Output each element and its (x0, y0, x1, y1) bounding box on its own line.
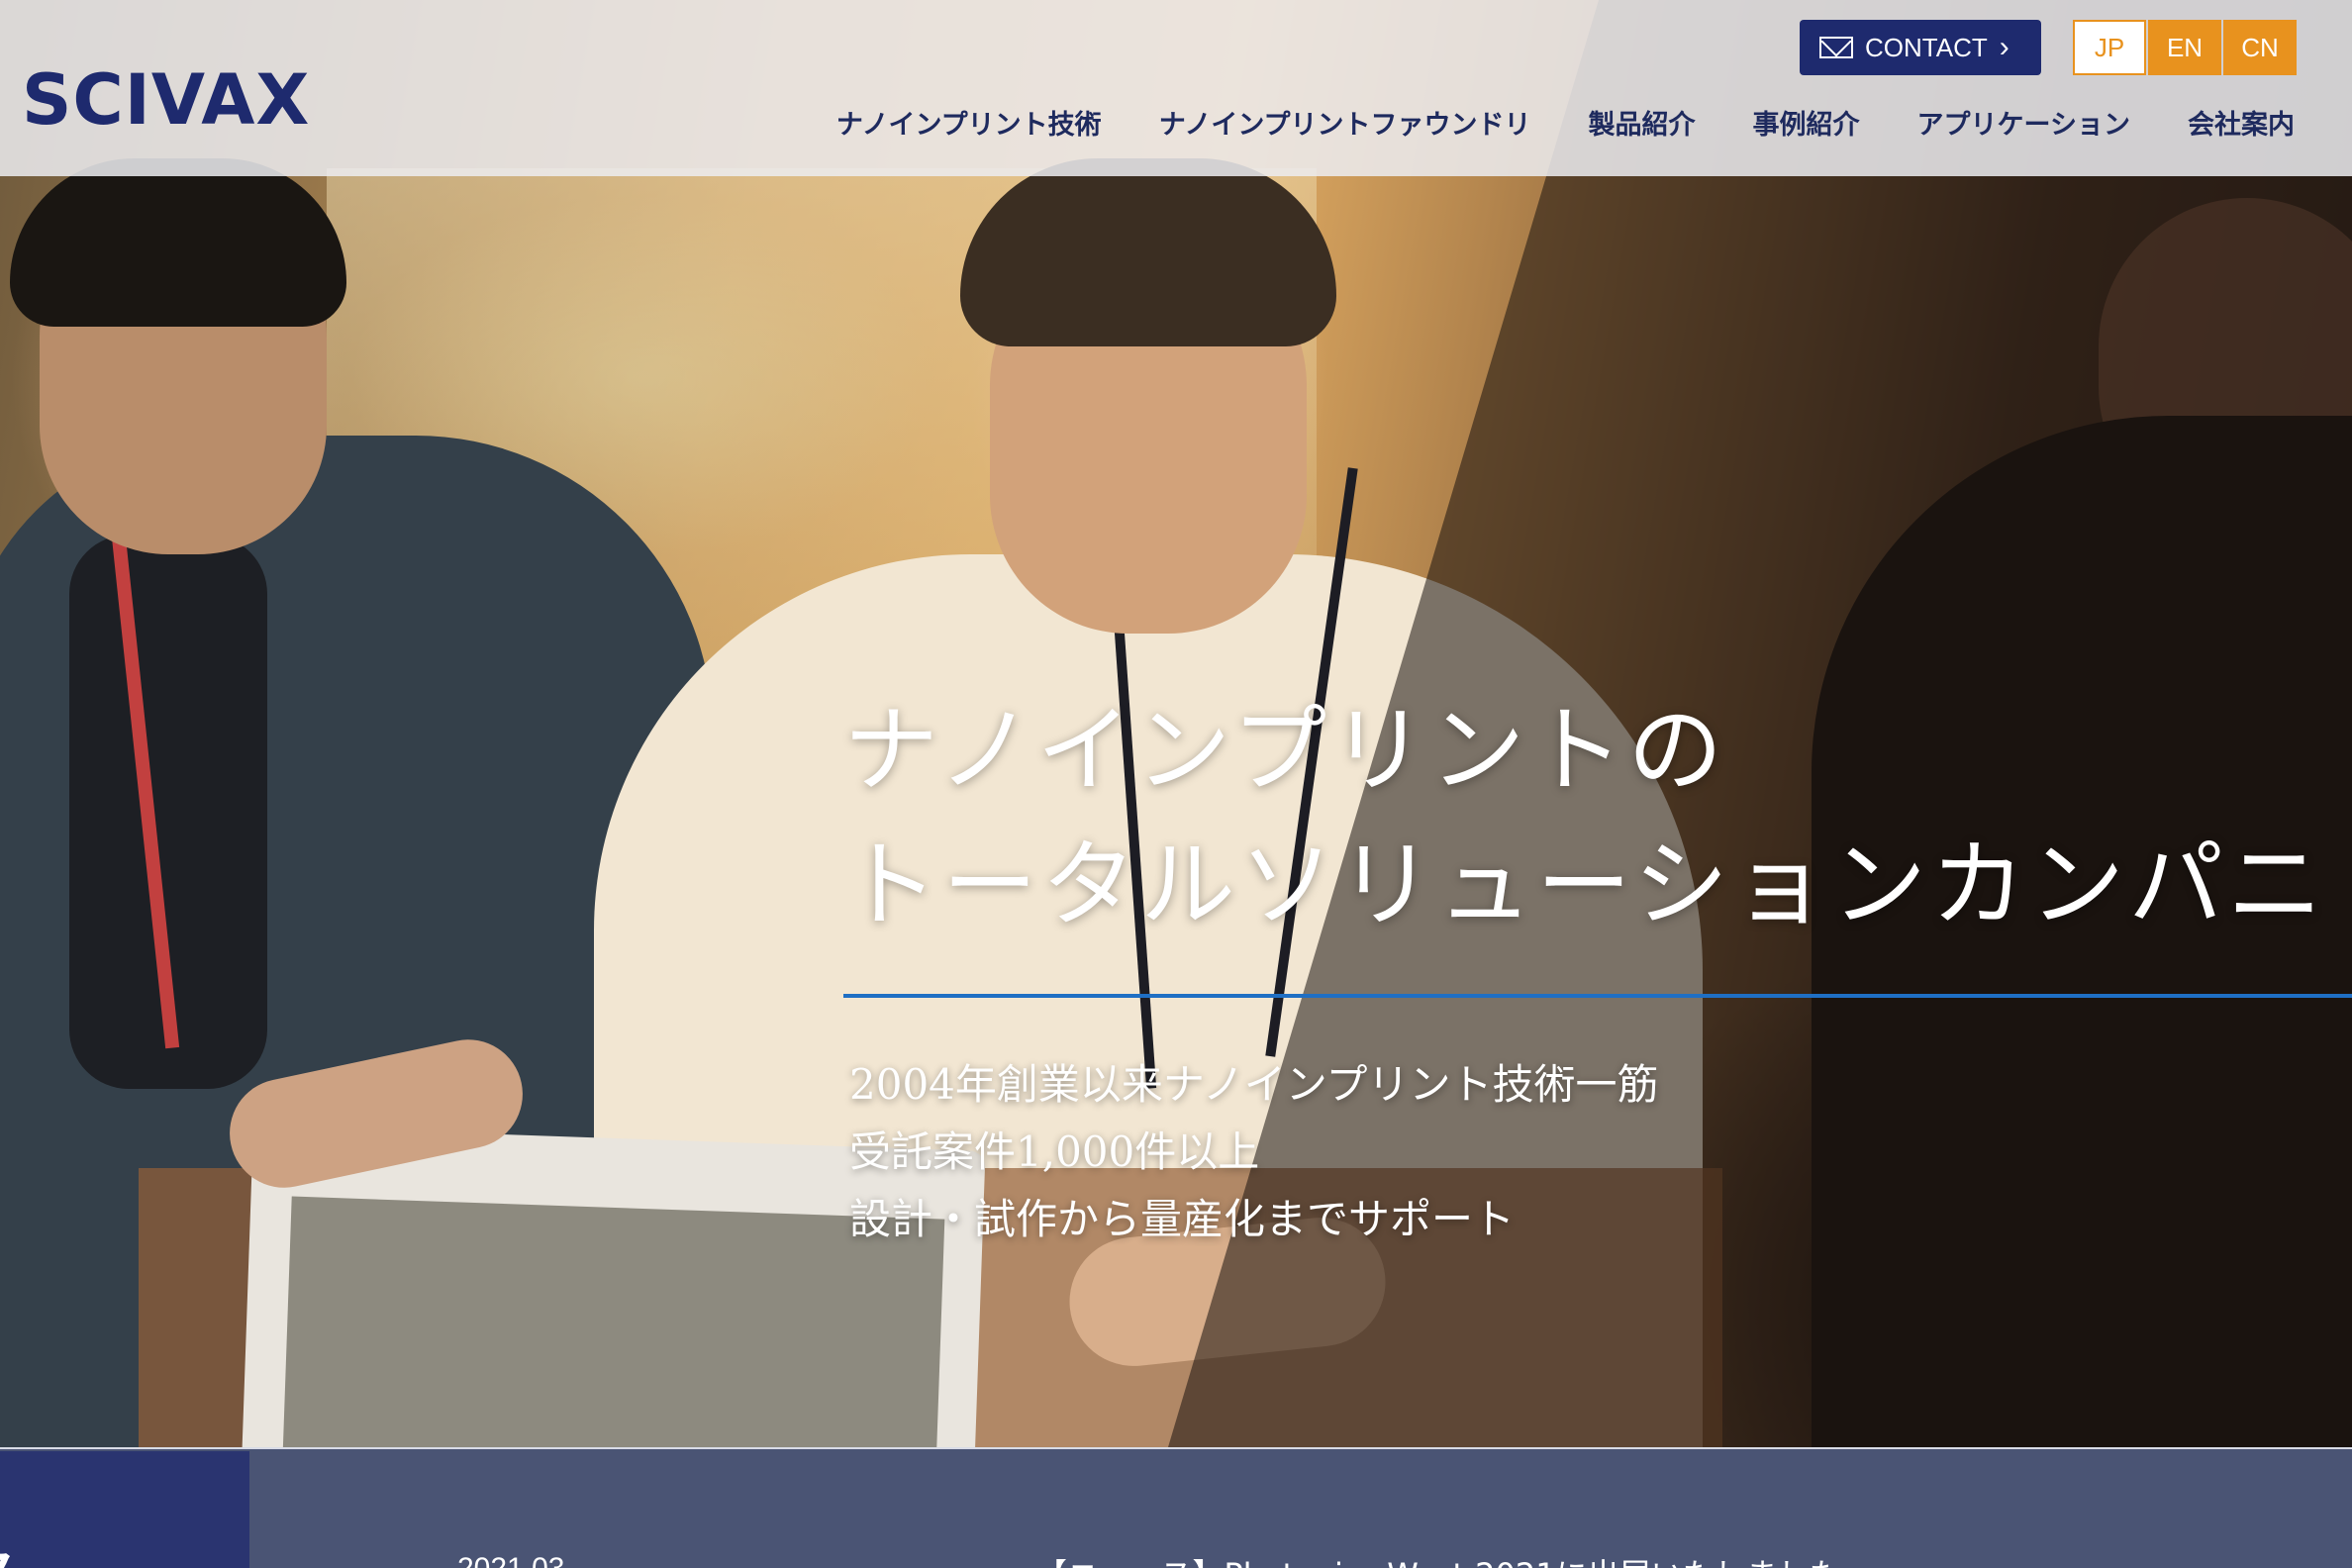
nav-item-nanoimprint-foundry[interactable]: ナノインプリントファウンドリ (1159, 103, 1531, 142)
hero-title: ナノインプリントの トータルソリューションカンパニ (843, 683, 2326, 952)
news-label-block: ス (0, 1451, 249, 1568)
hero-subtitle-line: 2004年創業以来ナノインプリント技術一筋 (849, 1060, 1659, 1109)
language-en-button[interactable]: EN (2148, 20, 2221, 75)
language-jp-button[interactable]: JP (2073, 20, 2146, 75)
hero-divider (843, 994, 2352, 998)
hero-subtitle: 2004年創業以来ナノインプリント技術一筋 受託案件1,000件以上 設計・試作… (849, 1051, 1659, 1253)
hero-section: ナノインプリントの トータルソリューションカンパニ 2004年創業以来ナノインプ… (0, 0, 2352, 1447)
nav-item-products[interactable]: 製品紹介 (1589, 103, 1696, 142)
hero-subtitle-line: 設計・試作から量産化までサポート (849, 1195, 1516, 1243)
nav-item-applications[interactable]: アプリケーション (1917, 103, 2130, 142)
nav-item-case-studies[interactable]: 事例紹介 (1753, 103, 1860, 142)
contact-button[interactable]: CONTACT › (1800, 20, 2041, 75)
mail-icon (1819, 37, 1853, 58)
news-bar: ス 2021.03 【ニュース】Photonics West 2021に出展いた… (0, 1447, 2352, 1568)
hero-photo-person-center-hair (960, 158, 1336, 346)
main-nav: ナノインプリント技術 ナノインプリントファウンドリ 製品紹介 事例紹介 アプリケ… (836, 103, 2295, 142)
nav-item-nanoimprint-tech[interactable]: ナノインプリント技術 (836, 103, 1102, 142)
site-header: SCIVAX CONTACT › JP EN CN ナノインプリント技術 ナノイ… (0, 0, 2352, 176)
news-label: ス (0, 1530, 20, 1568)
hero-subtitle-line: 受託案件1,000件以上 (849, 1127, 1260, 1176)
contact-button-label: CONTACT (1865, 32, 1988, 62)
site-logo[interactable]: SCIVAX (22, 59, 310, 141)
news-date: 2021.03 (457, 1552, 564, 1568)
chevron-right-icon: › (1999, 31, 2009, 63)
nav-item-company[interactable]: 会社案内 (2188, 103, 2295, 142)
hero-title-line: トータルソリューションカンパニ (843, 830, 2327, 940)
hero-photo-person-left-hair (10, 158, 346, 327)
news-title-link[interactable]: 【ニュース】Photonics West 2021に出展いたしました (1035, 1550, 1841, 1568)
hero-title-line: ナノインプリントの (843, 695, 1727, 806)
language-cn-button[interactable]: CN (2223, 20, 2297, 75)
hero-photo-laptop-screen (282, 1196, 945, 1447)
